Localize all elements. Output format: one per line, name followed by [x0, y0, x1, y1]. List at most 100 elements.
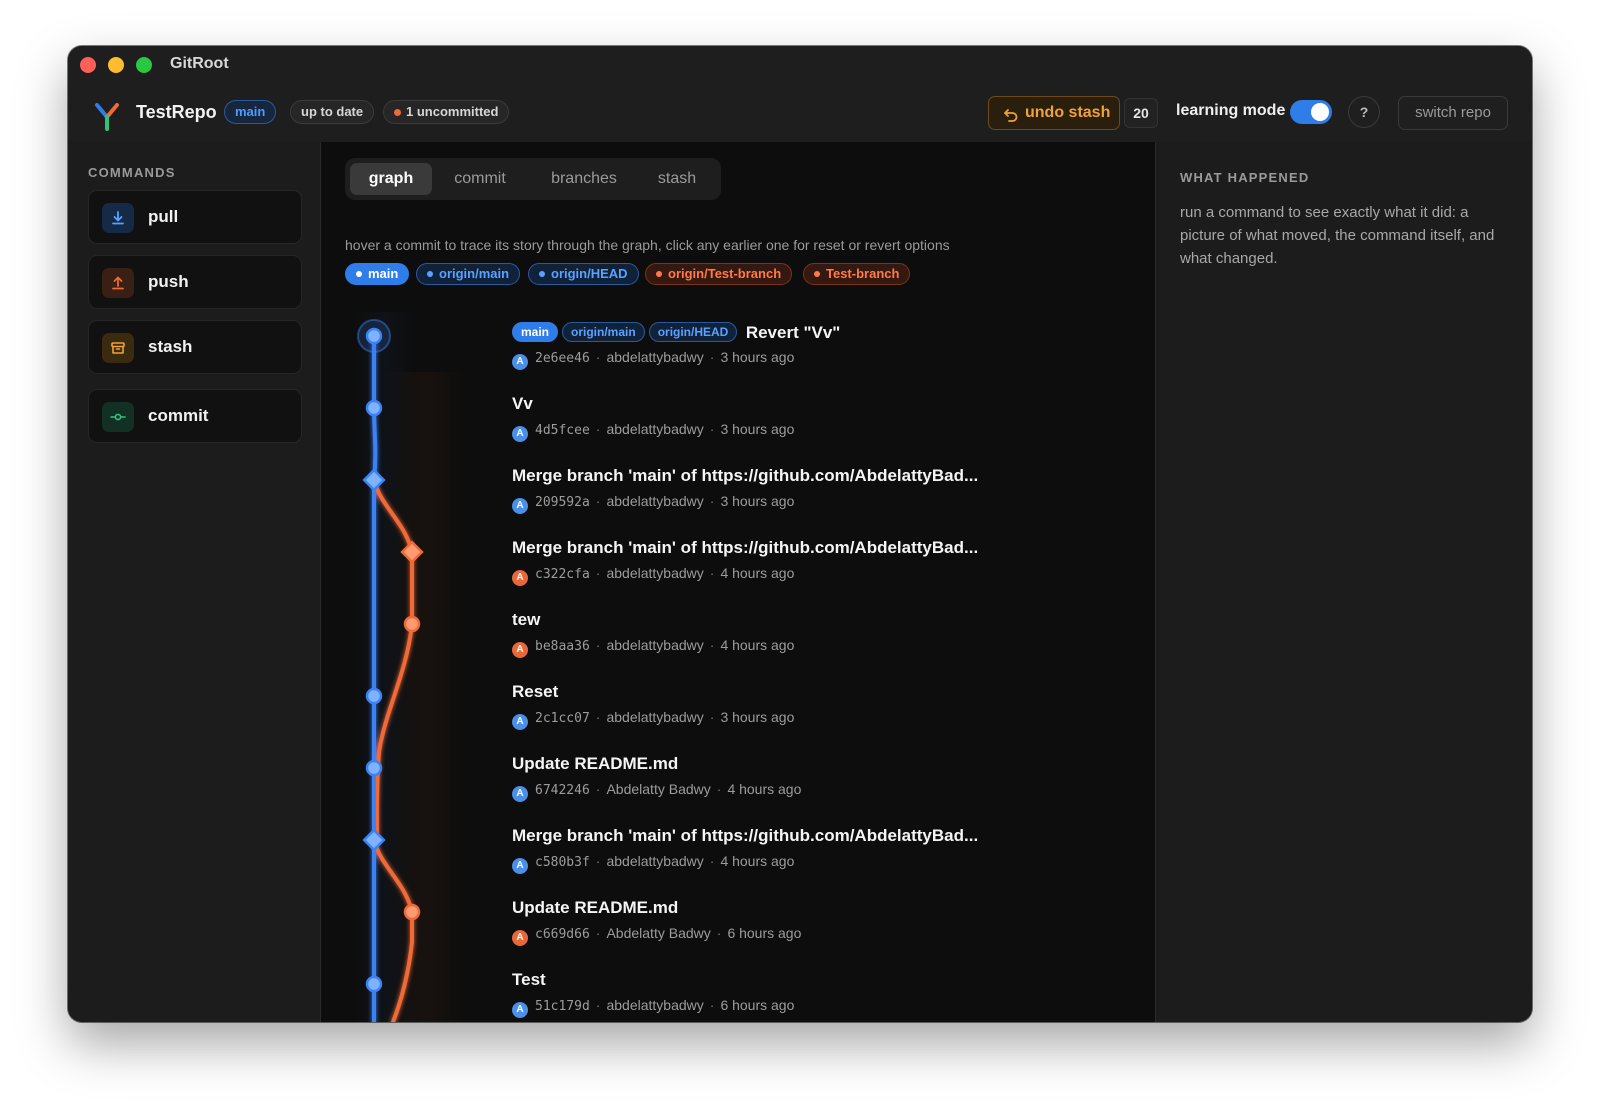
commit-time: 4 hours ago: [720, 853, 795, 869]
stash-command-button[interactable]: stash: [88, 320, 302, 374]
commit-title-line: tew: [512, 610, 540, 634]
commit-message: tew: [512, 610, 541, 629]
ref-chip-origin-main[interactable]: origin/main: [416, 263, 521, 285]
commit-author: abdelattybadwy: [606, 421, 704, 437]
commit-row[interactable]: Update README.md A 6742246 · Abdelatty Badw…: [512, 754, 1132, 814]
commit-meta: A 6742246 · Abdelatty Badwy · 4 hours ago: [512, 781, 801, 802]
tab-commit[interactable]: commit: [443, 163, 517, 195]
ref-chip-main[interactable]: main: [345, 263, 410, 285]
undo-stash-label: undo stash: [1025, 104, 1111, 121]
commit-row[interactable]: Test A 51c179d · abdelattybadwy · 6 hours ago: [512, 970, 1132, 1022]
current-branch-badge: main: [224, 100, 277, 124]
commit-message: Revert "Vv": [745, 323, 841, 342]
commit-node: [365, 975, 383, 993]
app-window: GitRoot TestRepo main up to date 1 uncom…: [68, 46, 1532, 1022]
commit-author: abdelattybadwy: [606, 349, 704, 365]
commit-hash: 2c1cc07: [535, 711, 590, 726]
graph-hint: hover a commit to trace its story throug…: [345, 237, 950, 253]
author-avatar: A: [512, 642, 528, 658]
commit-row[interactable]: Vv A 4d5fcee · abdelattybadwy · 3 hours ago: [512, 394, 1132, 454]
commit-ref-main: main: [512, 322, 559, 342]
commit-ref-origin-head: origin/HEAD: [648, 322, 738, 342]
commit-row[interactable]: tew Abe8aa36 · abdelattybadwy · 4 hours ago: [512, 610, 1132, 670]
what-happened-body: run a command to see exactly what it did…: [1180, 204, 1495, 267]
commit-author: Abdelatty Badwy: [606, 781, 711, 797]
commit-time: 4 hours ago: [720, 637, 795, 653]
separator: ·: [709, 997, 715, 1013]
commit-author: abdelattybadwy: [606, 565, 704, 581]
commit-row[interactable]: Merge branch 'main' of https://github.co…: [512, 826, 1132, 886]
what-happened-heading: WHAT HAPPENED: [1180, 170, 1310, 185]
commit-row[interactable]: Merge branch 'main' of https://github.co…: [512, 466, 1132, 526]
commit-row[interactable]: Merge branch 'main' of https://github.co…: [512, 538, 1132, 598]
help-button[interactable]: ?: [1348, 96, 1380, 128]
commit-title-line: Update README.md: [512, 898, 678, 922]
uncommitted-dot-icon: [394, 109, 401, 116]
commit-hash: c580b3f: [535, 855, 590, 870]
commit-title-line: Reset: [512, 682, 558, 706]
close-window-button[interactable]: [80, 57, 96, 73]
switch-repo-button[interactable]: switch repo: [1398, 96, 1508, 130]
commit-message: Reset: [512, 682, 559, 701]
author-avatar: A: [512, 570, 528, 586]
graph-nodes: [357, 319, 424, 993]
commit-time: 3 hours ago: [720, 493, 795, 509]
commit-row[interactable]: main origin/main origin/HEAD Revert "Vv" A…: [512, 322, 1132, 382]
commit-node: [365, 399, 383, 417]
commit-title-line: main origin/main origin/HEAD Revert "Vv": [512, 322, 840, 346]
ref-chip-test-branch[interactable]: Test-branch: [803, 263, 911, 285]
push-command-button[interactable]: push: [88, 255, 302, 309]
author-avatar: A: [512, 426, 528, 442]
ref-chip-origin-head[interactable]: origin/HEAD: [528, 263, 639, 285]
author-avatar: A: [512, 714, 528, 730]
commit-title-line: Vv: [512, 394, 533, 418]
commit-node: [403, 615, 421, 633]
tab-graph[interactable]: graph: [350, 163, 432, 195]
commit-message: Merge branch 'main' of https://github.co…: [512, 466, 979, 485]
sync-status-badge: up to date: [290, 100, 375, 124]
stash-label: stash: [148, 337, 193, 356]
commit-message: Merge branch 'main' of https://github.co…: [512, 826, 979, 845]
author-avatar: A: [512, 786, 528, 802]
author-avatar: A: [512, 354, 528, 370]
tab-branches[interactable]: branches: [539, 163, 629, 195]
push-icon-box: [102, 268, 134, 298]
commit-row[interactable]: Update README.md Ac669d66 · Abdelatty Badw…: [512, 898, 1132, 958]
pull-command-button[interactable]: pull: [88, 190, 302, 244]
undo-stash-button[interactable]: undo stash: [988, 96, 1120, 130]
orange-lane-line: [372, 478, 414, 842]
uncommitted-badge: 1 uncommitted: [383, 100, 510, 124]
ref-dot-icon: [427, 271, 433, 277]
tab-stash[interactable]: stash: [645, 163, 709, 195]
commit-message: Vv: [512, 394, 533, 413]
gitroot-logo-icon: [95, 103, 119, 131]
ref-dot-icon: [656, 271, 662, 277]
minimize-window-button[interactable]: [108, 57, 124, 73]
maximize-window-button[interactable]: [136, 57, 152, 73]
commit-command-button[interactable]: commit: [88, 389, 302, 443]
ref-chip-label: origin/HEAD: [551, 266, 628, 281]
commit-hash: 6742246: [535, 783, 590, 798]
commit-meta: Abe8aa36 · abdelattybadwy · 4 hours ago: [512, 637, 795, 658]
commit-time: 6 hours ago: [720, 997, 795, 1013]
commit-hash: 4d5fcee: [535, 423, 590, 438]
ref-chip-label: Test-branch: [826, 266, 900, 281]
separator: ·: [595, 853, 601, 869]
undo-icon: [1004, 109, 1018, 122]
title-bar: GitRoot: [68, 46, 1532, 84]
separator: ·: [595, 493, 601, 509]
separator: ·: [595, 997, 601, 1013]
separator: ·: [709, 493, 715, 509]
commit-time: 4 hours ago: [720, 565, 795, 581]
commit-time: 6 hours ago: [727, 925, 802, 941]
separator: ·: [709, 565, 715, 581]
ref-dot-icon: [814, 271, 820, 277]
commit-row[interactable]: Reset A 2c1cc07 · abdelattybadwy · 3 hours ag…: [512, 682, 1132, 742]
commit-message: Test: [512, 970, 546, 989]
commit-node: [365, 327, 383, 345]
commit-node: [365, 759, 383, 777]
ref-chip-origin-test-branch[interactable]: origin/Test-branch: [645, 263, 793, 285]
author-avatar: A: [512, 858, 528, 874]
learning-mode-toggle[interactable]: [1290, 100, 1332, 124]
blue-lane-line: [372, 334, 378, 1022]
